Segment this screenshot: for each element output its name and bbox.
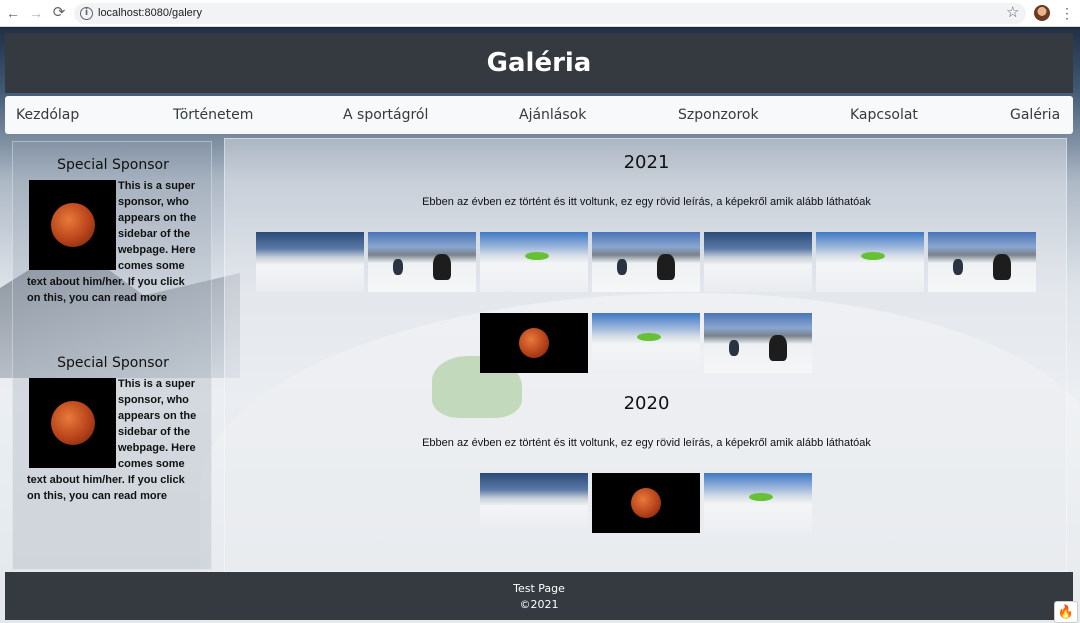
red-moon-image xyxy=(519,328,549,358)
gallery-thumbnail[interactable] xyxy=(816,232,924,292)
gallery-thumbnail[interactable] xyxy=(928,232,1036,292)
site-header: Galéria xyxy=(5,33,1073,93)
url-text[interactable]: localhost:8080/galery xyxy=(98,6,202,21)
sponsor-text[interactable]: This is a super sponsor, who appears on … xyxy=(27,178,199,306)
gallery-thumbnail[interactable] xyxy=(480,473,588,533)
nav-link-home[interactable]: Kezdólap xyxy=(16,106,79,124)
red-moon-image xyxy=(631,488,661,518)
address-bar[interactable]: i localhost:8080/galery xyxy=(74,3,1026,24)
gallery-thumbnail[interactable] xyxy=(592,313,700,373)
gallery-content: 2021 Ebben az évben ez történt és itt vo… xyxy=(224,138,1067,572)
browser-menu-icon[interactable]: ⋮ xyxy=(1060,5,1074,21)
gallery-thumbnail[interactable] xyxy=(592,232,700,292)
info-icon[interactable]: i xyxy=(80,7,93,20)
forward-icon[interactable]: → xyxy=(27,4,45,22)
bookmark-star-icon[interactable]: ☆ xyxy=(1006,4,1019,22)
page-title: Galéria xyxy=(486,48,592,78)
year-heading-2020: 2020 xyxy=(623,393,670,414)
fire-icon[interactable]: 🔥 xyxy=(1054,601,1078,623)
site-footer: Test Page ©2021 xyxy=(5,572,1073,620)
gallery-thumbnail[interactable] xyxy=(704,232,812,292)
sponsor-title: Special Sponsor xyxy=(57,157,169,173)
gallery-thumbnail[interactable] xyxy=(704,313,812,373)
browser-toolbar: ← → ⟳ i localhost:8080/galery ☆ ⋮ xyxy=(0,0,1080,27)
sponsor-sidebar: Special Sponsor This is a super sponsor,… xyxy=(12,141,212,570)
gallery-thumbnail[interactable] xyxy=(368,232,476,292)
nav-link-gallery[interactable]: Galéria xyxy=(1010,106,1060,124)
year-description-2021: Ebben az évben ez történt és itt voltunk… xyxy=(422,196,871,208)
gallery-thumbnail[interactable] xyxy=(592,473,700,533)
nav-link-sponsors[interactable]: Szponzorok xyxy=(678,106,759,124)
gallery-thumbnail[interactable] xyxy=(480,313,588,373)
footer-copyright: ©2021 xyxy=(519,598,559,611)
main-nav: Kezdólap Történetem A sportágról Ajánlás… xyxy=(5,96,1073,134)
nav-link-recommendations[interactable]: Ajánlások xyxy=(519,106,586,124)
year-heading-2021: 2021 xyxy=(623,152,670,173)
nav-link-contact[interactable]: Kapcsolat xyxy=(850,106,918,124)
gallery-thumbnail[interactable] xyxy=(256,232,364,292)
gallery-thumbnail[interactable] xyxy=(480,232,588,292)
reload-icon[interactable]: ⟳ xyxy=(50,4,68,22)
sponsor-title: Special Sponsor xyxy=(57,355,169,371)
nav-link-sport[interactable]: A sportágról xyxy=(343,106,428,124)
nav-link-story[interactable]: Történetem xyxy=(173,106,253,124)
gallery-thumbnail[interactable] xyxy=(704,473,812,533)
back-icon[interactable]: ← xyxy=(4,4,22,22)
profile-avatar[interactable] xyxy=(1034,5,1050,21)
page: Galéria Kezdólap Történetem A sportágról… xyxy=(0,28,1080,623)
footer-title: Test Page xyxy=(513,582,565,595)
year-description-2020: Ebben az évben ez történt és itt voltunk… xyxy=(422,437,871,449)
sponsor-text[interactable]: This is a super sponsor, who appears on … xyxy=(27,376,199,504)
